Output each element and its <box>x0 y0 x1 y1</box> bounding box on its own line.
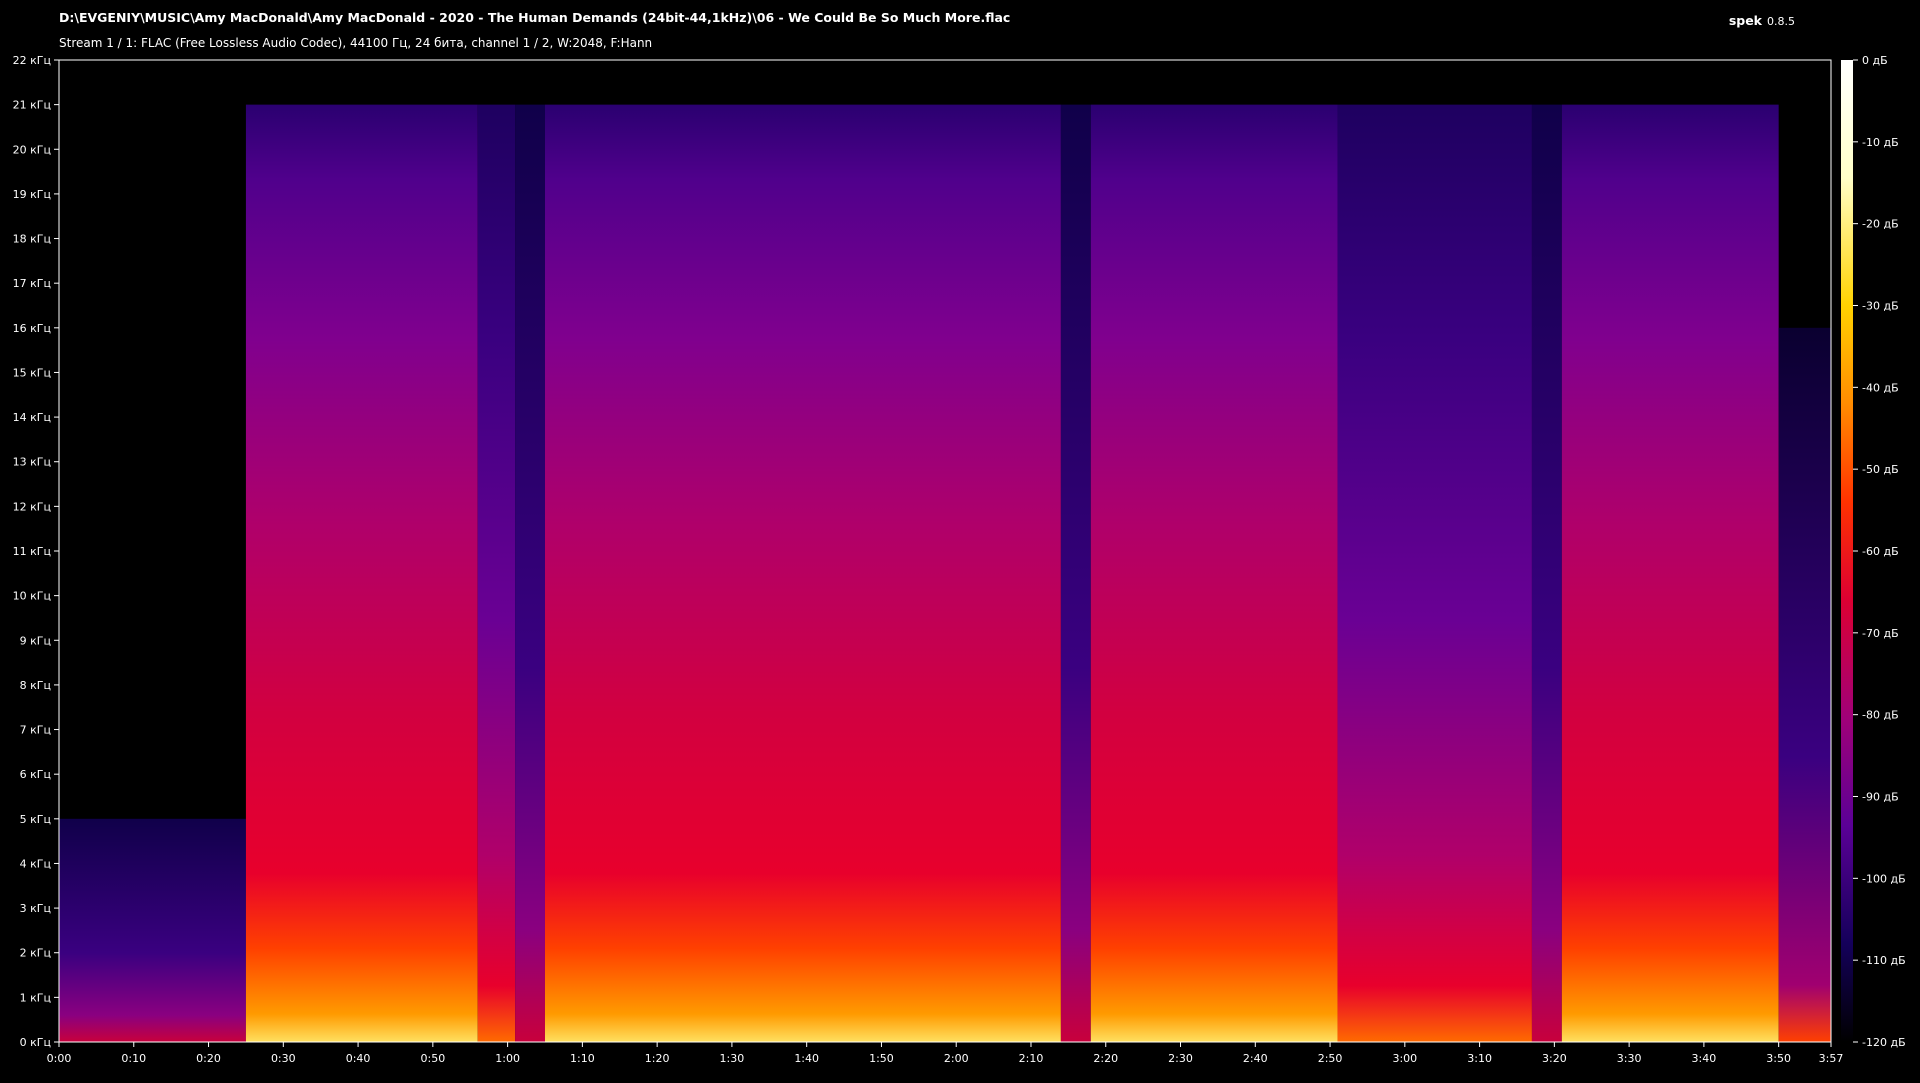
colorbar-tick-label: -40 дБ <box>1862 381 1899 394</box>
x-tick-label: 2:50 <box>1318 1052 1343 1065</box>
x-tick-label: 0:50 <box>420 1052 445 1065</box>
spectrogram-segment-6 <box>1090 104 1338 1043</box>
y-tick-label: 4 кГц <box>20 857 51 870</box>
y-tick-label: 6 кГц <box>20 768 51 781</box>
y-tick-label: 10 кГц <box>13 590 51 603</box>
x-tick-label: 1:50 <box>869 1052 894 1065</box>
y-tick-label: 14 кГц <box>13 411 51 424</box>
x-tick-label: 1:10 <box>570 1052 595 1065</box>
x-tick-label: 3:20 <box>1542 1052 1567 1065</box>
x-tick-label: 1:20 <box>645 1052 670 1065</box>
colorbar-tick-label: -20 дБ <box>1862 218 1899 231</box>
y-tick-label: 18 кГц <box>13 233 51 246</box>
x-tick-label: 2:40 <box>1243 1052 1268 1065</box>
colorbar-tick-label: -70 дБ <box>1862 627 1899 640</box>
time-axis: 0:00 0:10 0:20 0:30 0:40 0:50 1:00 1:10 1:20 1:30… <box>47 1042 1844 1065</box>
y-tick-label: 11 кГц <box>13 545 51 558</box>
y-tick-label: 3 кГц <box>20 902 51 915</box>
spectrogram-segment-10 <box>1778 327 1831 1042</box>
colorbar-tick-label: -120 дБ <box>1862 1036 1906 1049</box>
spectrogram-segment-0 <box>59 818 246 1042</box>
y-tick-label: 7 кГц <box>20 724 51 737</box>
colorbar-tick-label: -80 дБ <box>1862 709 1899 722</box>
x-tick-label: 2:30 <box>1168 1052 1193 1065</box>
colorbar-tick-label: -30 дБ <box>1862 300 1899 313</box>
colorbar-tick-label: -10 дБ <box>1862 136 1899 149</box>
x-tick-label: 3:50 <box>1766 1052 1791 1065</box>
spectrogram-segment-3 <box>515 104 545 1043</box>
colorbar-tick-label: -110 дБ <box>1862 954 1906 967</box>
x-tick-label: 3:30 <box>1617 1052 1642 1065</box>
x-tick-label: 0:10 <box>121 1052 146 1065</box>
colorbar-tick-label: -90 дБ <box>1862 791 1899 804</box>
x-tick-label: 2:10 <box>1019 1052 1044 1065</box>
y-tick-label: 2 кГц <box>20 947 51 960</box>
x-tick-label: 2:00 <box>944 1052 969 1065</box>
x-tick-label: 3:40 <box>1692 1052 1717 1065</box>
x-tick-label: 0:00 <box>47 1052 72 1065</box>
y-tick-label: 12 кГц <box>13 500 51 513</box>
x-tick-label: 1:40 <box>794 1052 819 1065</box>
spectrogram-segment-8 <box>1531 104 1562 1043</box>
y-tick-label: 20 кГц <box>13 143 51 156</box>
colorbar-axis: 0 дБ -10 дБ -20 дБ -30 дБ -40 дБ -50 дБ -60 дБ… <box>1853 54 1906 1049</box>
colorbar-tick-label: 0 дБ <box>1862 54 1888 67</box>
y-tick-label: 19 кГц <box>13 188 51 201</box>
colorbar-tick-label: -50 дБ <box>1862 463 1899 476</box>
y-tick-label: 9 кГц <box>20 634 51 647</box>
x-tick-label: 2:20 <box>1093 1052 1118 1065</box>
y-tick-label: 13 кГц <box>13 456 51 469</box>
spectrogram-segment-7 <box>1337 104 1532 1043</box>
colorbar-tick-label: -100 дБ <box>1862 872 1906 885</box>
frequency-axis: 0 кГц 1 кГц 2 кГц 3 кГц 4 кГц 5 кГц 6 кГц 7 кГц… <box>13 54 59 1049</box>
spectrogram-segment-2 <box>477 104 516 1043</box>
x-tick-label: 3:57 <box>1819 1052 1844 1065</box>
y-tick-label: 1 кГц <box>20 991 51 1004</box>
spectrogram-segment-4 <box>544 104 1061 1043</box>
y-tick-label: 17 кГц <box>13 277 51 290</box>
x-tick-label: 0:40 <box>346 1052 371 1065</box>
x-tick-label: 1:00 <box>495 1052 520 1065</box>
y-tick-label: 16 кГц <box>13 322 51 335</box>
spectrogram-segment-9 <box>1561 104 1779 1043</box>
x-tick-label: 3:00 <box>1392 1052 1417 1065</box>
y-tick-label: 5 кГц <box>20 813 51 826</box>
spectrogram-content <box>59 104 1831 1043</box>
x-tick-label: 1:30 <box>720 1052 745 1065</box>
spectrogram-segment-5 <box>1060 104 1091 1043</box>
x-tick-label: 0:20 <box>196 1052 221 1065</box>
y-tick-label: 22 кГц <box>13 54 51 67</box>
y-tick-label: 0 кГц <box>20 1036 51 1049</box>
y-tick-label: 15 кГц <box>13 366 51 379</box>
y-tick-label: 21 кГц <box>13 99 51 112</box>
y-tick-label: 8 кГц <box>20 679 51 692</box>
spectrogram-chart: 0 кГц 1 кГц 2 кГц 3 кГц 4 кГц 5 кГц 6 кГц 7 кГц… <box>13 54 1906 1065</box>
colorbar <box>1841 60 1853 1042</box>
colorbar-tick-label: -60 дБ <box>1862 545 1899 558</box>
spectrogram-segment-1 <box>245 104 478 1043</box>
x-tick-label: 3:10 <box>1467 1052 1492 1065</box>
x-tick-label: 0:30 <box>271 1052 296 1065</box>
